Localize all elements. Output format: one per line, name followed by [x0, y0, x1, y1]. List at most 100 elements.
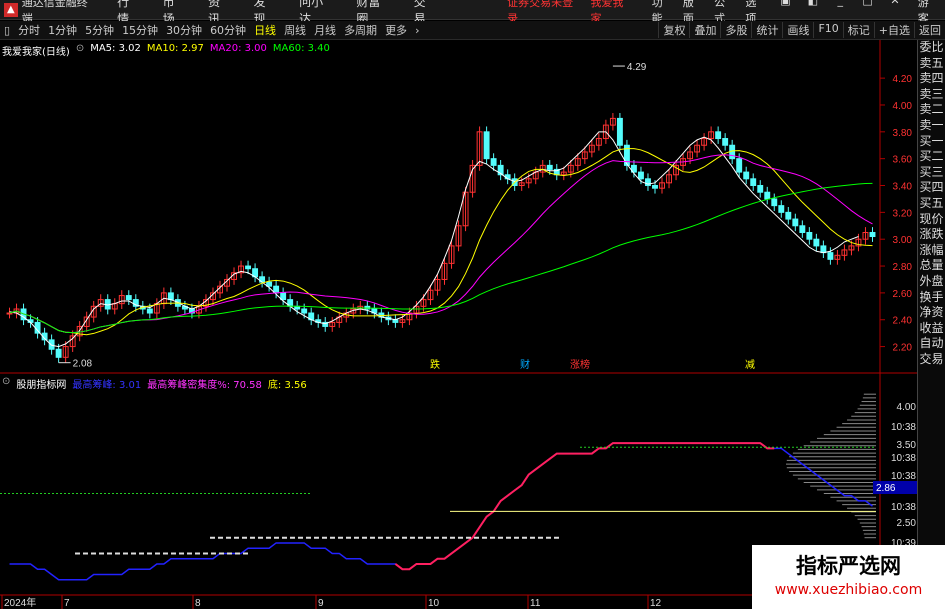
- event-label: 减: [745, 359, 755, 371]
- chart-grid: [0, 40, 917, 609]
- chip-distribution-subchart: [0, 393, 876, 581]
- tool-f10[interactable]: F10: [813, 22, 842, 38]
- tool-draw[interactable]: 画线: [782, 22, 813, 38]
- side-tab[interactable]: 自动: [918, 336, 945, 352]
- tool-overlay[interactable]: 叠加: [689, 22, 720, 38]
- side-tab[interactable]: 卖一: [918, 118, 945, 134]
- period-weekly[interactable]: 周线: [280, 22, 310, 38]
- event-label: 涨榜: [570, 358, 590, 371]
- date-label: 11: [530, 598, 541, 609]
- sub-indicator-title: ⊙ 股朋指标网 最高筹峰: 3.01 最高筹峰密集度%: 70.58 底: 3.…: [2, 376, 313, 391]
- settings-icon[interactable]: ⊙: [2, 376, 10, 391]
- price-tick-label: 3.60: [893, 155, 913, 166]
- period-5min[interactable]: 5分钟: [81, 22, 118, 38]
- ma20-label: MA20: 3.00: [209, 43, 267, 54]
- side-tab[interactable]: 涨幅: [918, 243, 945, 259]
- side-tab[interactable]: 总量: [918, 258, 945, 274]
- side-tab[interactable]: 买五: [918, 196, 945, 212]
- period-60min[interactable]: 60分钟: [206, 22, 250, 38]
- tool-add-favorite[interactable]: +自选: [873, 22, 914, 38]
- kline-chart[interactable]: 4.20 4.00 3.80 3.60 3.40 3.20 3.00 2.80 2.60 2.40…: [0, 40, 917, 609]
- side-tab[interactable]: 现价: [918, 212, 945, 228]
- watermark-url: www.xuezhibiao.com: [774, 582, 923, 598]
- event-markers: 4.29 2.08 跌 财 涨榜 减: [58, 62, 755, 371]
- tool-multi-stock[interactable]: 多股: [720, 22, 751, 38]
- side-tab[interactable]: 买四: [918, 180, 945, 196]
- candle-body: [167, 292, 174, 301]
- date-axis: 2024年 7 8 9 10 11 12: [1, 595, 662, 609]
- side-tab[interactable]: 交易: [918, 352, 945, 368]
- tool-adjust[interactable]: 复权: [658, 22, 689, 38]
- candle-body: [771, 198, 778, 207]
- side-tab[interactable]: 卖五: [918, 56, 945, 72]
- side-tab[interactable]: 卖二: [918, 102, 945, 118]
- side-tab[interactable]: 涨跌: [918, 227, 945, 243]
- candle-body: [792, 218, 799, 227]
- price-axis: 4.20 4.00 3.80 3.60 3.40 3.20 3.00 2.80 2.60 2.40…: [880, 74, 913, 354]
- price-tick-label: 4.20: [893, 74, 913, 85]
- side-tab[interactable]: 净资: [918, 305, 945, 321]
- cost-up-line: [394, 442, 775, 571]
- price-tick-label: 2.40: [893, 316, 913, 327]
- tool-mark[interactable]: 标记: [842, 22, 874, 38]
- candle-body: [820, 245, 827, 254]
- tool-stats[interactable]: 统计: [751, 22, 782, 38]
- period-timeshare[interactable]: 分时: [14, 22, 44, 38]
- candle-body: [125, 295, 132, 301]
- sub-axis-label: 10:38: [891, 422, 916, 433]
- candle-body: [736, 158, 743, 173]
- candle-body: [757, 185, 764, 193]
- candle-body: [750, 178, 757, 187]
- ma-lines: [9, 131, 873, 348]
- price-tick-label: 3.00: [893, 235, 913, 246]
- price-tick-label: 2.20: [893, 343, 913, 354]
- period-monthly[interactable]: 月线: [310, 22, 340, 38]
- side-tab[interactable]: 卖三: [918, 87, 945, 103]
- side-tab[interactable]: 换手: [918, 290, 945, 306]
- price-tick-label: 3.20: [893, 208, 913, 219]
- ma60-label: MA60: 3.40: [272, 43, 330, 54]
- bottom-label: 底: 3.56: [267, 380, 307, 391]
- chevron-right-icon[interactable]: ›: [411, 24, 423, 37]
- quote-side-panel: 委比 卖五 卖四 卖三 卖二 卖一 买一 买二 买三 买四 买五 现价 涨跌 涨幅 总量 外盘 换手 净资 收益 自动…: [917, 40, 945, 609]
- candle-body: [715, 131, 722, 140]
- sub-axis-label: 3.50: [897, 440, 917, 451]
- ma10-label: MA10: 2.97: [146, 43, 204, 54]
- settings-icon[interactable]: ⊙: [76, 43, 84, 58]
- date-label: 9: [318, 598, 324, 609]
- candle-body: [546, 164, 553, 170]
- side-tab[interactable]: 买三: [918, 165, 945, 181]
- menu-bar: ▲ 通达信金融终端 行情 市场 资讯 发现 问小达 财富圈 交易 证券交易未登录…: [0, 0, 945, 26]
- side-tab[interactable]: 卖四: [918, 71, 945, 87]
- candle-body: [266, 281, 273, 287]
- ma10-line: [9, 148, 873, 336]
- candle-body: [652, 185, 658, 189]
- side-tab[interactable]: 买二: [918, 149, 945, 165]
- tool-back[interactable]: 返回: [914, 22, 945, 38]
- watermark: 指标严选网 www.xuezhibiao.com: [752, 545, 945, 609]
- date-label: 2024年: [4, 596, 36, 609]
- price-tick-label: 4.00: [893, 101, 913, 112]
- candle-body: [764, 191, 771, 200]
- candle-body: [743, 171, 750, 180]
- period-30min[interactable]: 30分钟: [162, 22, 206, 38]
- side-tab[interactable]: 买一: [918, 134, 945, 150]
- candle-body: [785, 211, 792, 220]
- candle-body: [722, 138, 729, 146]
- candle-body: [245, 265, 252, 270]
- period-15min[interactable]: 15分钟: [118, 22, 162, 38]
- period-toolbar: ▯ 分时 1分钟 5分钟 15分钟 30分钟 60分钟 日线 周线 月线 多周期…: [0, 21, 945, 40]
- side-tab[interactable]: 外盘: [918, 274, 945, 290]
- side-tab[interactable]: 委比: [918, 40, 945, 56]
- price-tick-label: 3.40: [893, 182, 913, 193]
- toolbar-left-icon[interactable]: ▯: [0, 24, 14, 37]
- period-daily[interactable]: 日线: [250, 22, 280, 38]
- period-more[interactable]: 更多: [381, 22, 411, 38]
- period-1min[interactable]: 1分钟: [44, 22, 81, 38]
- side-tab[interactable]: 收益: [918, 321, 945, 337]
- candle-body: [806, 231, 813, 240]
- event-label: 跌: [430, 358, 440, 371]
- candle-body: [280, 292, 287, 301]
- period-multi[interactable]: 多周期: [340, 22, 381, 38]
- candle-body: [799, 225, 806, 233]
